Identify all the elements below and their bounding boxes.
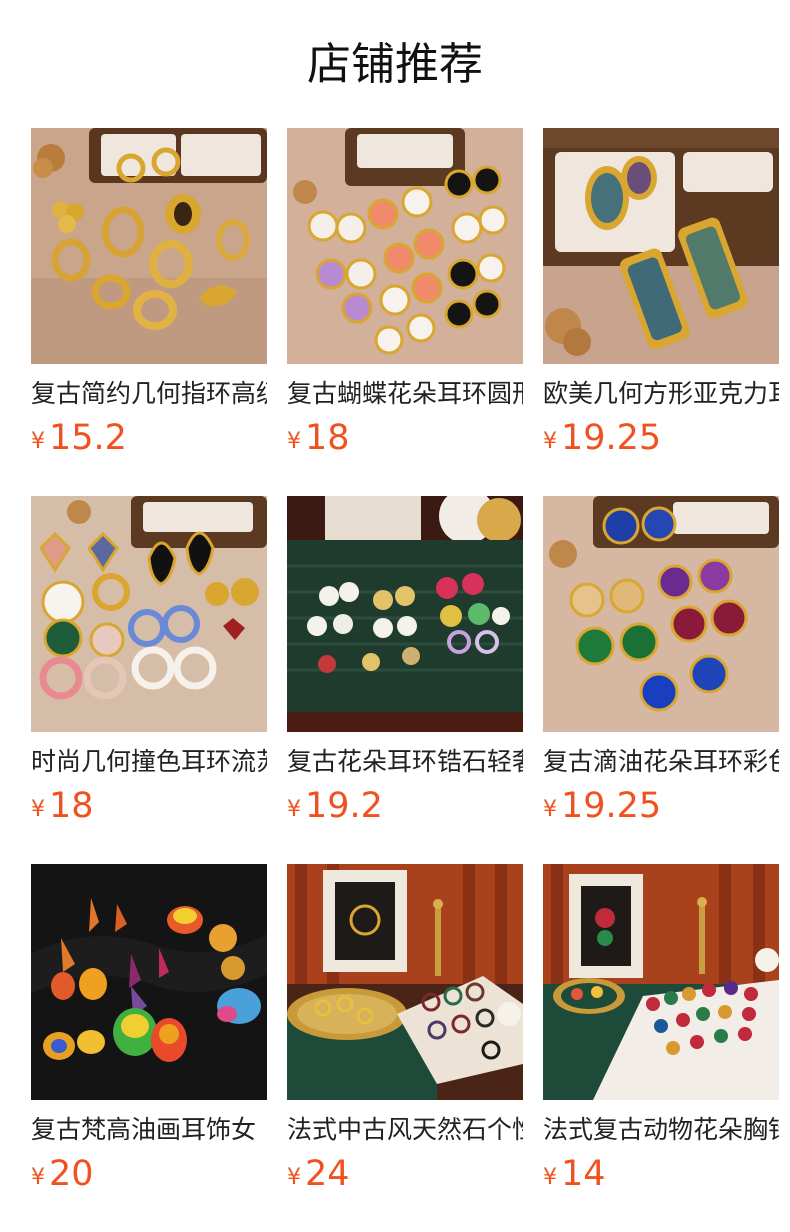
product-image[interactable] xyxy=(543,864,779,1100)
price-amount: 18 xyxy=(305,418,350,458)
price-amount: 19.25 xyxy=(561,786,662,826)
product-card[interactable]: 复古花朵耳环锆石轻奢 ¥19.2 xyxy=(287,496,523,826)
product-name[interactable]: 复古梵高油画耳饰女 xyxy=(31,1110,267,1150)
product-price: ¥18 xyxy=(31,784,94,828)
product-card[interactable]: 欧美几何方形亚克力耳 ¥19.25 xyxy=(543,128,779,458)
currency-symbol: ¥ xyxy=(31,1165,45,1190)
store-recommendations-page: 店铺推荐 复古简约几何指环高级 ¥ 15.2 复古蝴蝶花朵耳环圆形 ¥ 18 欧… xyxy=(0,0,790,1232)
product-image[interactable] xyxy=(31,496,267,732)
product-card[interactable]: 复古简约几何指环高级 ¥15.2 xyxy=(31,128,267,458)
currency-symbol: ¥ xyxy=(287,1165,301,1190)
product-price: ¥14 xyxy=(543,1152,606,1196)
product-image[interactable] xyxy=(31,864,267,1100)
product-name[interactable]: 复古蝴蝶花朵耳环圆形 xyxy=(287,374,523,414)
product-image[interactable] xyxy=(543,128,779,364)
product-name[interactable]: 法式复古动物花朵胸针 xyxy=(543,1110,779,1150)
product-price: ¥20 xyxy=(31,1152,94,1196)
price-amount: 19.25 xyxy=(561,418,662,458)
product-image[interactable] xyxy=(287,864,523,1100)
product-name[interactable]: 时尚几何撞色耳环流苏 xyxy=(31,742,267,782)
product-image[interactable] xyxy=(287,128,523,364)
currency-symbol: ¥ xyxy=(543,797,557,822)
currency-symbol: ¥ xyxy=(543,429,557,454)
product-card[interactable]: 复古梵高油画耳饰女 ¥20 xyxy=(31,864,267,1194)
product-price: ¥19.25 xyxy=(543,784,661,828)
product-card[interactable]: 复古滴油花朵耳环彩色 ¥19.25 xyxy=(543,496,779,826)
product-card[interactable]: 法式复古动物花朵胸针 ¥14 xyxy=(543,864,779,1194)
currency-symbol: ¥ xyxy=(31,797,45,822)
price-amount: 24 xyxy=(305,1154,350,1194)
price-amount: 14 xyxy=(561,1154,606,1194)
product-image[interactable] xyxy=(31,128,267,364)
currency-symbol: ¥ xyxy=(31,429,45,454)
product-name[interactable]: 复古滴油花朵耳环彩色 xyxy=(543,742,779,782)
product-name[interactable]: 复古花朵耳环锆石轻奢 xyxy=(287,742,523,782)
product-grid: 复古简约几何指环高级 ¥15.2 复古蝴蝶花朵耳环圆形 ¥ 18 欧美几何方形亚… xyxy=(31,128,779,1194)
price-amount: 20 xyxy=(49,1154,94,1194)
product-card[interactable]: 时尚几何撞色耳环流苏 ¥18 xyxy=(31,496,267,826)
price-amount: 15.2 xyxy=(49,418,127,458)
product-price: ¥19.2 xyxy=(287,784,383,828)
price-amount: 19.2 xyxy=(305,786,383,826)
section-title: 店铺推荐 xyxy=(307,39,483,90)
product-card[interactable]: 法式中古风天然石个性 ¥24 xyxy=(287,864,523,1194)
product-price: ¥18 xyxy=(287,416,350,460)
product-name[interactable]: 法式中古风天然石个性 xyxy=(287,1110,523,1150)
product-price: ¥24 xyxy=(287,1152,350,1196)
product-name[interactable]: 复古简约几何指环高级 xyxy=(31,374,267,414)
price-amount: 18 xyxy=(49,786,94,826)
product-price: ¥19.25 xyxy=(543,416,661,460)
product-price: ¥15.2 xyxy=(31,416,127,460)
currency-symbol: ¥ xyxy=(287,797,301,822)
product-card[interactable]: 复古蝴蝶花朵耳环圆形 ¥18 xyxy=(287,128,523,458)
currency-symbol: ¥ xyxy=(543,1165,557,1190)
currency-symbol: ¥ xyxy=(287,429,301,454)
product-image[interactable] xyxy=(287,496,523,732)
product-name[interactable]: 欧美几何方形亚克力耳 xyxy=(543,374,779,414)
product-image[interactable] xyxy=(543,496,779,732)
